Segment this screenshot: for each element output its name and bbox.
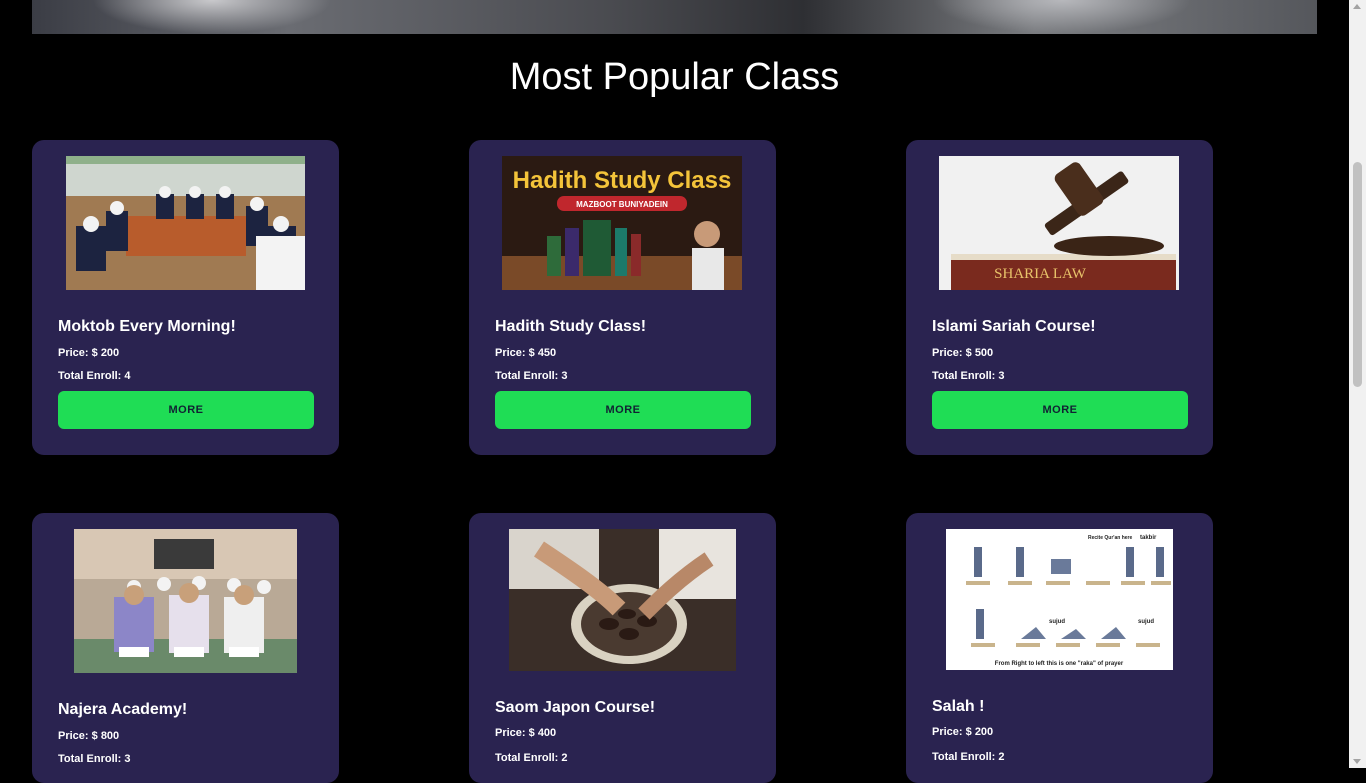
section-title: Most Popular Class xyxy=(509,56,840,98)
page-scrollbar[interactable] xyxy=(1349,0,1366,768)
class-title: Saom Japon Course! xyxy=(495,699,656,716)
hero-banner-image xyxy=(32,0,1317,34)
class-image xyxy=(509,529,736,671)
class-title: Moktob Every Morning! xyxy=(58,318,236,335)
class-price: Price: $ 500 xyxy=(932,347,994,359)
class-enroll: Total Enroll: 4 xyxy=(58,370,131,382)
more-button[interactable]: MORE xyxy=(58,391,314,429)
svg-text:SHARIA LAW: SHARIA LAW xyxy=(994,266,1087,282)
class-price: Price: $ 200 xyxy=(932,726,994,738)
class-card-moktob: Moktob Every Morning! Price: $ 200 Total… xyxy=(32,140,339,455)
class-price: Price: $ 400 xyxy=(495,727,557,739)
scroll-up-arrow-icon[interactable] xyxy=(1353,4,1361,9)
class-image xyxy=(74,529,297,673)
scroll-down-arrow-icon[interactable] xyxy=(1353,759,1361,764)
class-image xyxy=(66,156,305,290)
class-image: Recite Qur'an here takbir sujud sujud Fr… xyxy=(946,529,1173,670)
svg-text:sujud: sujud xyxy=(1138,619,1154,625)
class-enroll: Total Enroll: 3 xyxy=(932,370,1005,382)
class-price: Price: $ 800 xyxy=(58,730,120,742)
svg-text:Hadith Study Class: Hadith Study Class xyxy=(513,167,732,194)
svg-text:MAZBOOT BUNIYADEIN: MAZBOOT BUNIYADEIN xyxy=(576,200,668,209)
svg-text:takbir: takbir xyxy=(1140,535,1157,541)
class-title: Islami Sariah Course! xyxy=(932,318,1096,335)
class-card-saom: Saom Japon Course! Price: $ 400 Total En… xyxy=(469,513,776,783)
class-title: Hadith Study Class! xyxy=(495,318,647,335)
class-enroll: Total Enroll: 3 xyxy=(495,370,568,382)
more-button[interactable]: MORE xyxy=(932,391,1188,429)
svg-text:Recite Qur'an here: Recite Qur'an here xyxy=(1088,535,1132,541)
svg-text:From Right to left this is one: From Right to left this is one "raka" of… xyxy=(995,661,1124,667)
class-enroll: Total Enroll: 3 xyxy=(58,753,131,765)
class-image: SHARIA LAW xyxy=(939,156,1179,290)
class-price: Price: $ 450 xyxy=(495,347,557,359)
class-image: Hadith Study Class MAZBOOT BUNIYADEIN xyxy=(502,156,742,290)
class-card-salah: Recite Qur'an here takbir sujud sujud Fr… xyxy=(906,513,1213,783)
class-enroll: Total Enroll: 2 xyxy=(932,751,1005,763)
scrollbar-thumb[interactable] xyxy=(1353,162,1362,387)
class-card-sariah: SHARIA LAW Islami Sariah Course! Price: … xyxy=(906,140,1213,455)
more-button[interactable]: MORE xyxy=(495,391,751,429)
class-title: Najera Academy! xyxy=(58,701,188,718)
svg-text:sujud: sujud xyxy=(1049,619,1065,625)
class-price: Price: $ 200 xyxy=(58,347,120,359)
class-card-hadith: Hadith Study Class MAZBOOT BUNIYADEIN Ha… xyxy=(469,140,776,455)
class-enroll: Total Enroll: 2 xyxy=(495,752,568,764)
class-title: Salah ! xyxy=(932,698,985,715)
class-card-najera: Najera Academy! Price: $ 800 Total Enrol… xyxy=(32,513,339,783)
